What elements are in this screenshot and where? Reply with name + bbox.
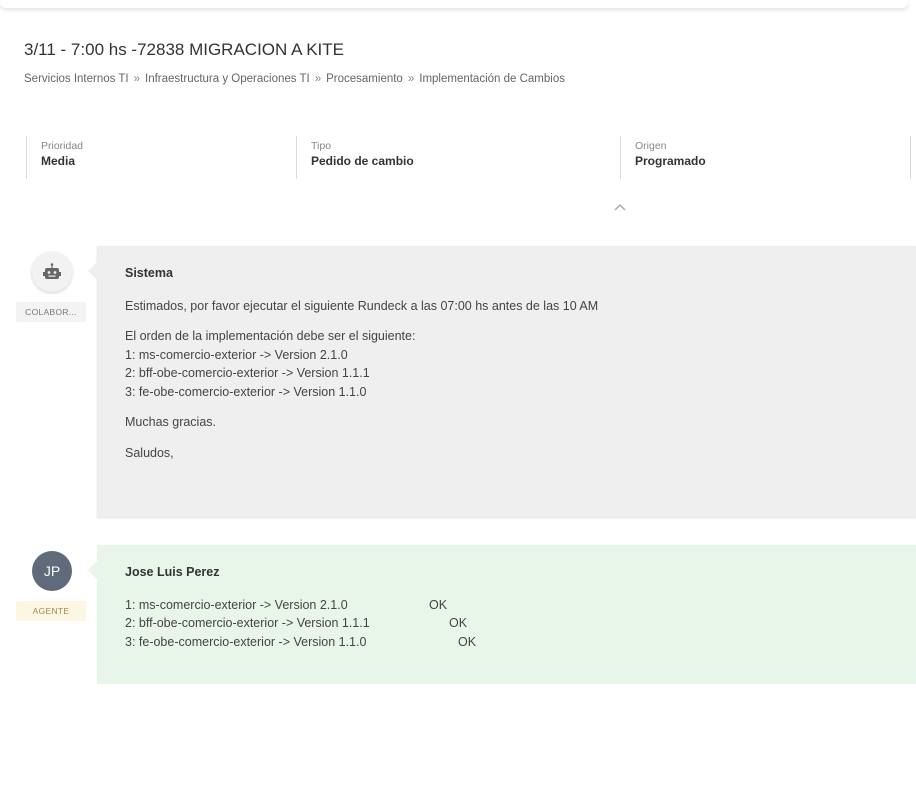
chevron-up-icon[interactable] [612,199,628,215]
breadcrumb-item-infraestructura[interactable]: Infraestructura y Operaciones TI [145,73,310,85]
breadcrumb-item-procesamiento[interactable]: Procesamiento [326,73,403,85]
ticket-title: 3/11 - 7:00 hs -72838 MIGRACION A KITE [24,40,344,59]
status-row-text: 2: bff-obe-comercio-exterior -> Version … [125,616,370,630]
meta-type: Tipo Pedido de cambio [296,136,414,179]
meta-origin-label: Origen [635,140,667,152]
avatar-system [32,252,72,292]
meta-priority-value: Media [41,154,76,168]
status-row: 3: fe-obe-comercio-exterior -> Version 1… [125,633,916,652]
meta-origin-value: Programado [635,154,706,168]
breadcrumb-separator: » [314,73,322,85]
breadcrumb-item-servicios[interactable]: Servicios Internos TI [24,73,129,85]
message-paragraph: Estimados, por favor ejecutar el siguien… [125,298,599,313]
breadcrumb: Servicios Internos TI » Infraestructura y … [24,73,565,85]
status-row: 1: ms-comercio-exterior -> Version 2.1.0… [125,596,916,615]
meta-priority-label: Prioridad [41,140,84,152]
message-closing: Saludos, [125,445,174,460]
message-order-line: 3: fe-obe-comercio-exterior -> Version 1… [125,384,367,399]
meta-priority: Prioridad Media [26,136,83,179]
message-order-intro: El orden de la implementación debe ser e… [125,329,416,343]
message-author: Jose Luis Perez [125,565,220,579]
avatar-initials: JP [43,563,61,579]
message-system: Sistema Estimados, por favor ejecutar el… [88,246,916,517]
role-badge-agent: AGENTE [16,601,86,621]
meta-type-value: Pedido de cambio [311,154,414,168]
breadcrumb-item-implementacion[interactable]: Implementación de Cambios [419,73,565,85]
breadcrumb-separator: » [133,73,141,85]
meta-origin: Origen Programado [620,136,706,179]
status-ok: OK [449,616,468,630]
meta-divider [910,136,911,179]
message-order-line: 1: ms-comercio-exterior -> Version 2.1.0 [125,347,348,362]
status-row-text: 1: ms-comercio-exterior -> Version 2.1.0 [125,597,348,612]
status-ok: OK [458,634,477,649]
message-order-line: 2: bff-obe-comercio-exterior -> Version … [125,366,370,380]
status-ok: OK [429,597,448,612]
avatar-agent: JP [32,551,72,591]
message-agent: Jose Luis Perez 1: ms-comercio-exterior … [88,545,916,684]
status-row: 2: bff-obe-comercio-exterior -> Version … [125,614,916,633]
breadcrumb-separator: » [407,73,415,85]
message-author: Sistema [125,266,173,280]
message-thanks: Muchas gracias. [125,415,217,429]
role-badge-collaborator: COLABOR... [16,302,86,322]
robot-icon [43,263,61,279]
meta-type-label: Tipo [311,140,332,152]
status-row-text: 3: fe-obe-comercio-exterior -> Version 1… [125,634,367,649]
top-card-edge [0,0,908,8]
